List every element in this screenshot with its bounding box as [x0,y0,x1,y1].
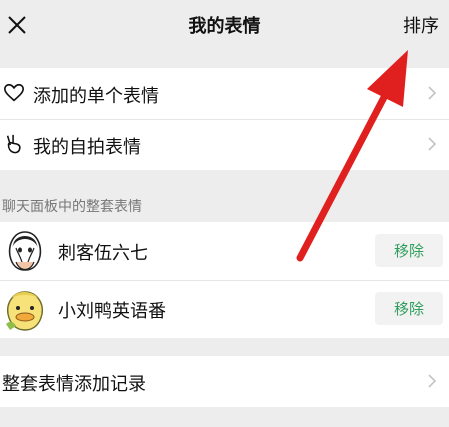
emoji-set-row[interactable]: 小刘鸭英语番 移除 [0,280,449,338]
page-title: 我的表情 [188,16,261,37]
emoji-set-name: 刺客伍六七 [58,243,148,264]
emoji-list-card: 添加的单个表情 我的自拍表情 [0,68,449,170]
emoji-set-row[interactable]: 刺客伍六七 移除 [0,222,449,280]
set-add-history-item[interactable]: 整套表情添加记录 [0,356,449,407]
chevron-right-icon [428,374,437,388]
section-label-sets: 聊天面板中的整套表情 [2,199,142,215]
assassin-avatar-icon [8,231,42,271]
remove-button[interactable]: 移除 [375,292,443,325]
chevron-right-icon [428,86,437,100]
victory-hand-icon [6,134,21,154]
nav-header: 我的表情 排序 [0,0,449,52]
emoji-set-name: 小刘鸭英语番 [58,301,166,322]
chevron-right-icon [428,137,437,151]
my-selfie-emojis-item[interactable]: 我的自拍表情 [0,119,449,170]
added-single-emojis-item[interactable]: 添加的单个表情 [0,68,449,119]
remove-button[interactable]: 移除 [375,234,443,267]
heart-outline-icon [4,83,24,102]
added-single-emojis-label: 添加的单个表情 [33,86,159,107]
history-card: 整套表情添加记录 [0,356,449,407]
duck-avatar-icon [6,291,43,331]
my-selfie-emojis-label: 我的自拍表情 [33,137,141,158]
emoji-sets-card: 刺客伍六七 移除 小刘鸭英语番 移除 [0,222,449,338]
sort-button[interactable]: 排序 [403,12,439,38]
set-add-history-label: 整套表情添加记录 [2,374,146,395]
